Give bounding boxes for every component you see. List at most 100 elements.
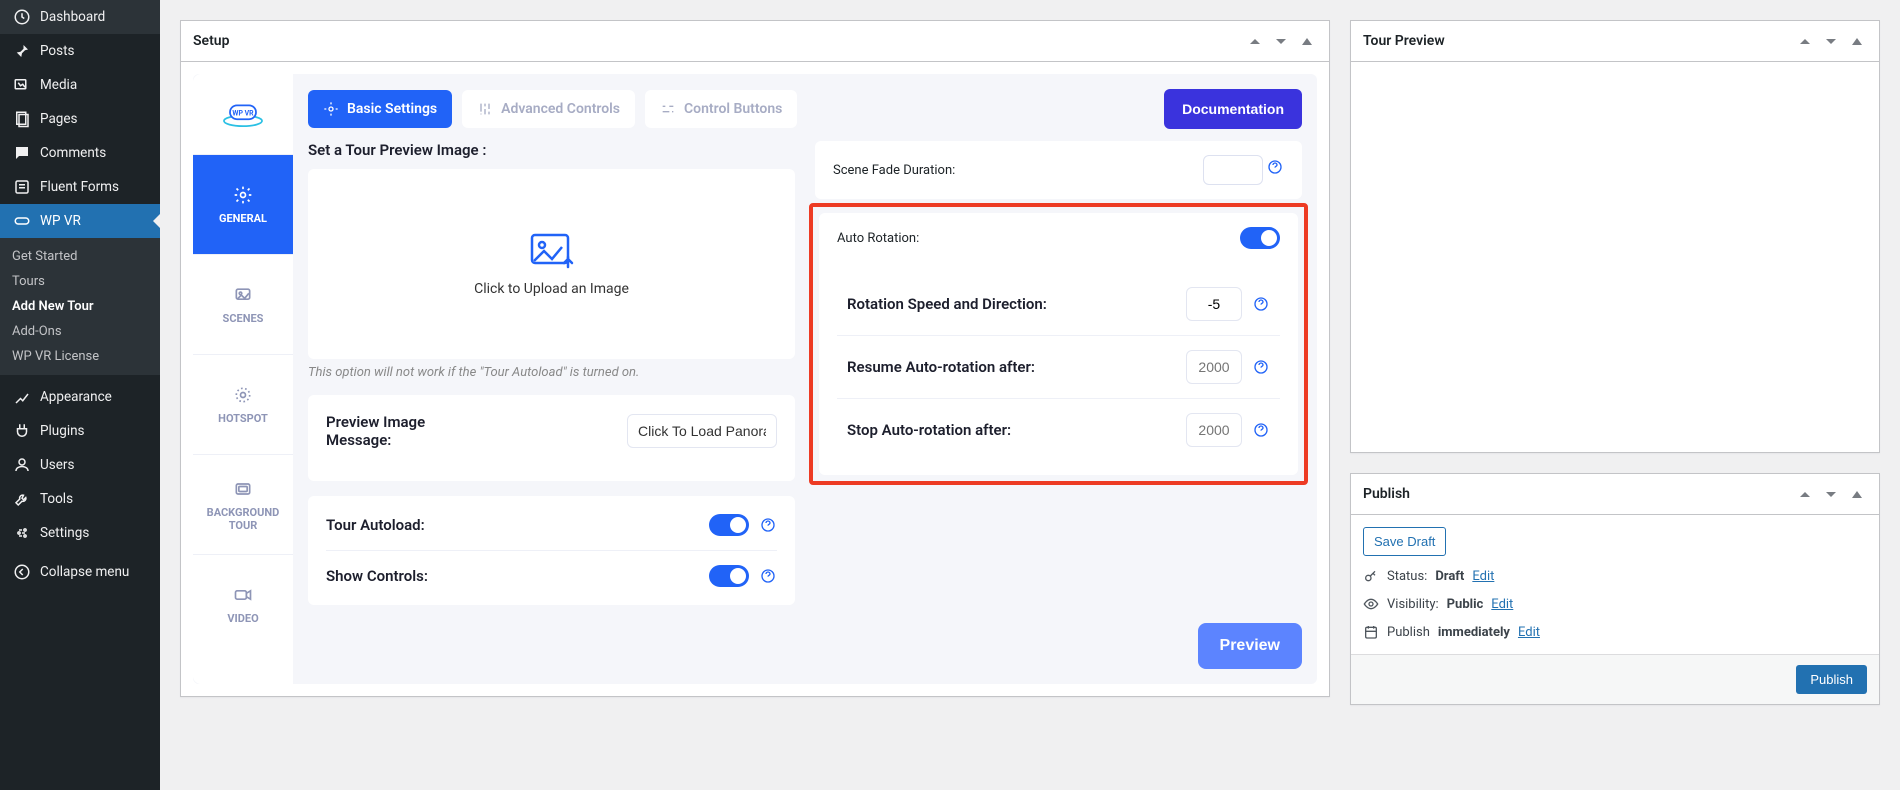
sidebar-item-users[interactable]: Users [0,448,160,482]
help-icon[interactable] [1252,295,1270,313]
preview-message-input[interactable] [627,414,777,448]
sidebar-item-label: Posts [40,43,74,59]
tab-background-tour[interactable]: BACKGROUND TOUR [193,454,293,554]
submenu-get-started[interactable]: Get Started [0,244,160,269]
sidebar-item-media[interactable]: Media [0,68,160,102]
help-icon[interactable] [1252,358,1270,376]
upload-text: Click to Upload an Image [474,281,629,297]
tour-autoload-toggle[interactable] [709,514,749,536]
sidebar-item-label: Users [40,457,74,473]
preview-button[interactable]: Preview [1198,623,1302,669]
tab-label: BACKGROUND TOUR [193,506,293,532]
key-icon [1363,568,1379,584]
forms-icon [12,177,32,197]
calendar-icon [1363,624,1379,640]
sidebar-item-fluentforms[interactable]: Fluent Forms [0,170,160,204]
tab-scenes[interactable]: SCENES [193,254,293,354]
tour-autoload-label: Tour Autoload: [326,516,425,534]
panel-collapse-down-icon[interactable] [1271,31,1291,51]
tab-advanced-controls[interactable]: Advanced Controls [462,90,635,128]
publish-panel: Publish Save Draft Status: Draft Edit [1350,473,1880,705]
pages-icon [12,109,32,129]
sidebar-item-label: Dashboard [40,9,105,25]
scene-fade-row: Scene Fade Duration: [815,141,1302,199]
panel-collapse-up-icon[interactable] [1795,484,1815,504]
collapse-icon [12,562,32,582]
scene-fade-input[interactable] [1203,155,1263,185]
sidebar-item-label: Settings [40,525,89,541]
panel-collapse-up-icon[interactable] [1795,31,1815,51]
wpvr-logo: WP VR [193,74,293,154]
resume-rotation-input[interactable] [1186,350,1242,384]
tab-hotspot[interactable]: HOTSPOT [193,354,293,454]
stop-rotation-input[interactable] [1186,413,1242,447]
documentation-button[interactable]: Documentation [1164,89,1302,129]
visibility-label: Visibility: [1387,597,1439,612]
visibility-value: Public [1447,597,1484,612]
sidebar-item-posts[interactable]: Posts [0,34,160,68]
sidebar-item-label: Pages [40,111,78,127]
tab-video[interactable]: VIDEO [193,554,293,654]
sidebar-collapse-menu[interactable]: Collapse menu [0,555,160,589]
sidebar-item-label: Collapse menu [40,564,129,580]
submenu-addons[interactable]: Add-Ons [0,319,160,344]
submenu-add-new-tour[interactable]: Add New Tour [0,294,160,319]
pin-icon [12,41,32,61]
tour-preview-panel: Tour Preview [1350,20,1880,453]
publish-title: Publish [1363,486,1410,502]
upload-image-box[interactable]: Click to Upload an Image [308,169,795,359]
save-draft-button[interactable]: Save Draft [1363,527,1446,556]
submenu-wpvr-license[interactable]: WP VR License [0,344,160,369]
edit-status-link[interactable]: Edit [1472,569,1494,584]
upload-hint: This option will not work if the "Tour A… [308,365,795,380]
help-icon[interactable] [1266,158,1284,176]
submenu-tours[interactable]: Tours [0,269,160,294]
show-controls-toggle[interactable] [709,565,749,587]
edit-publish-link[interactable]: Edit [1518,625,1540,640]
tab-label: HOTSPOT [218,412,268,425]
publish-label: Publish [1387,625,1430,640]
gear-icon [232,184,254,206]
publish-button[interactable]: Publish [1796,665,1867,694]
sidebar-item-wpvr[interactable]: WP VR [0,204,160,238]
controls-icon [660,101,676,117]
sidebar-item-tools[interactable]: Tools [0,482,160,516]
wpvr-icon [12,211,32,231]
sidebar-item-settings[interactable]: Settings [0,516,160,550]
preview-image-label: Set a Tour Preview Image : [308,141,795,159]
help-icon[interactable] [759,567,777,585]
tab-label: SCENES [223,312,264,325]
scenes-icon [232,284,254,306]
help-icon[interactable] [1252,421,1270,439]
publish-value: immediately [1438,625,1510,640]
sliders-icon [477,101,493,117]
media-icon [12,75,32,95]
panel-collapse-up-icon[interactable] [1245,31,1265,51]
tab-control-buttons[interactable]: Control Buttons [645,90,797,128]
tools-icon [12,489,32,509]
plugins-icon [12,421,32,441]
sidebar-item-pages[interactable]: Pages [0,102,160,136]
panel-move-icon[interactable] [1847,31,1867,51]
sidebar-item-label: Comments [40,145,106,161]
rotation-speed-input[interactable] [1186,287,1242,321]
panel-move-icon[interactable] [1847,484,1867,504]
comments-icon [12,143,32,163]
wpvr-submenu: Get Started Tours Add New Tour Add-Ons W… [0,238,160,375]
help-icon[interactable] [759,516,777,534]
tour-preview-title: Tour Preview [1363,33,1445,49]
auto-rotation-toggle[interactable] [1240,227,1280,249]
dashboard-icon [12,7,32,27]
edit-visibility-link[interactable]: Edit [1491,597,1513,612]
sidebar-item-label: Tools [40,491,73,507]
panel-move-icon[interactable] [1297,31,1317,51]
sidebar-item-appearance[interactable]: Appearance [0,380,160,414]
sidebar-item-dashboard[interactable]: Dashboard [0,0,160,34]
sidebar-item-comments[interactable]: Comments [0,136,160,170]
panel-collapse-down-icon[interactable] [1821,484,1841,504]
sidebar-item-plugins[interactable]: Plugins [0,414,160,448]
tab-general[interactable]: GENERAL [193,154,293,254]
panel-collapse-down-icon[interactable] [1821,31,1841,51]
tab-basic-settings[interactable]: Basic Settings [308,90,452,128]
tab-label: Advanced Controls [501,101,620,117]
